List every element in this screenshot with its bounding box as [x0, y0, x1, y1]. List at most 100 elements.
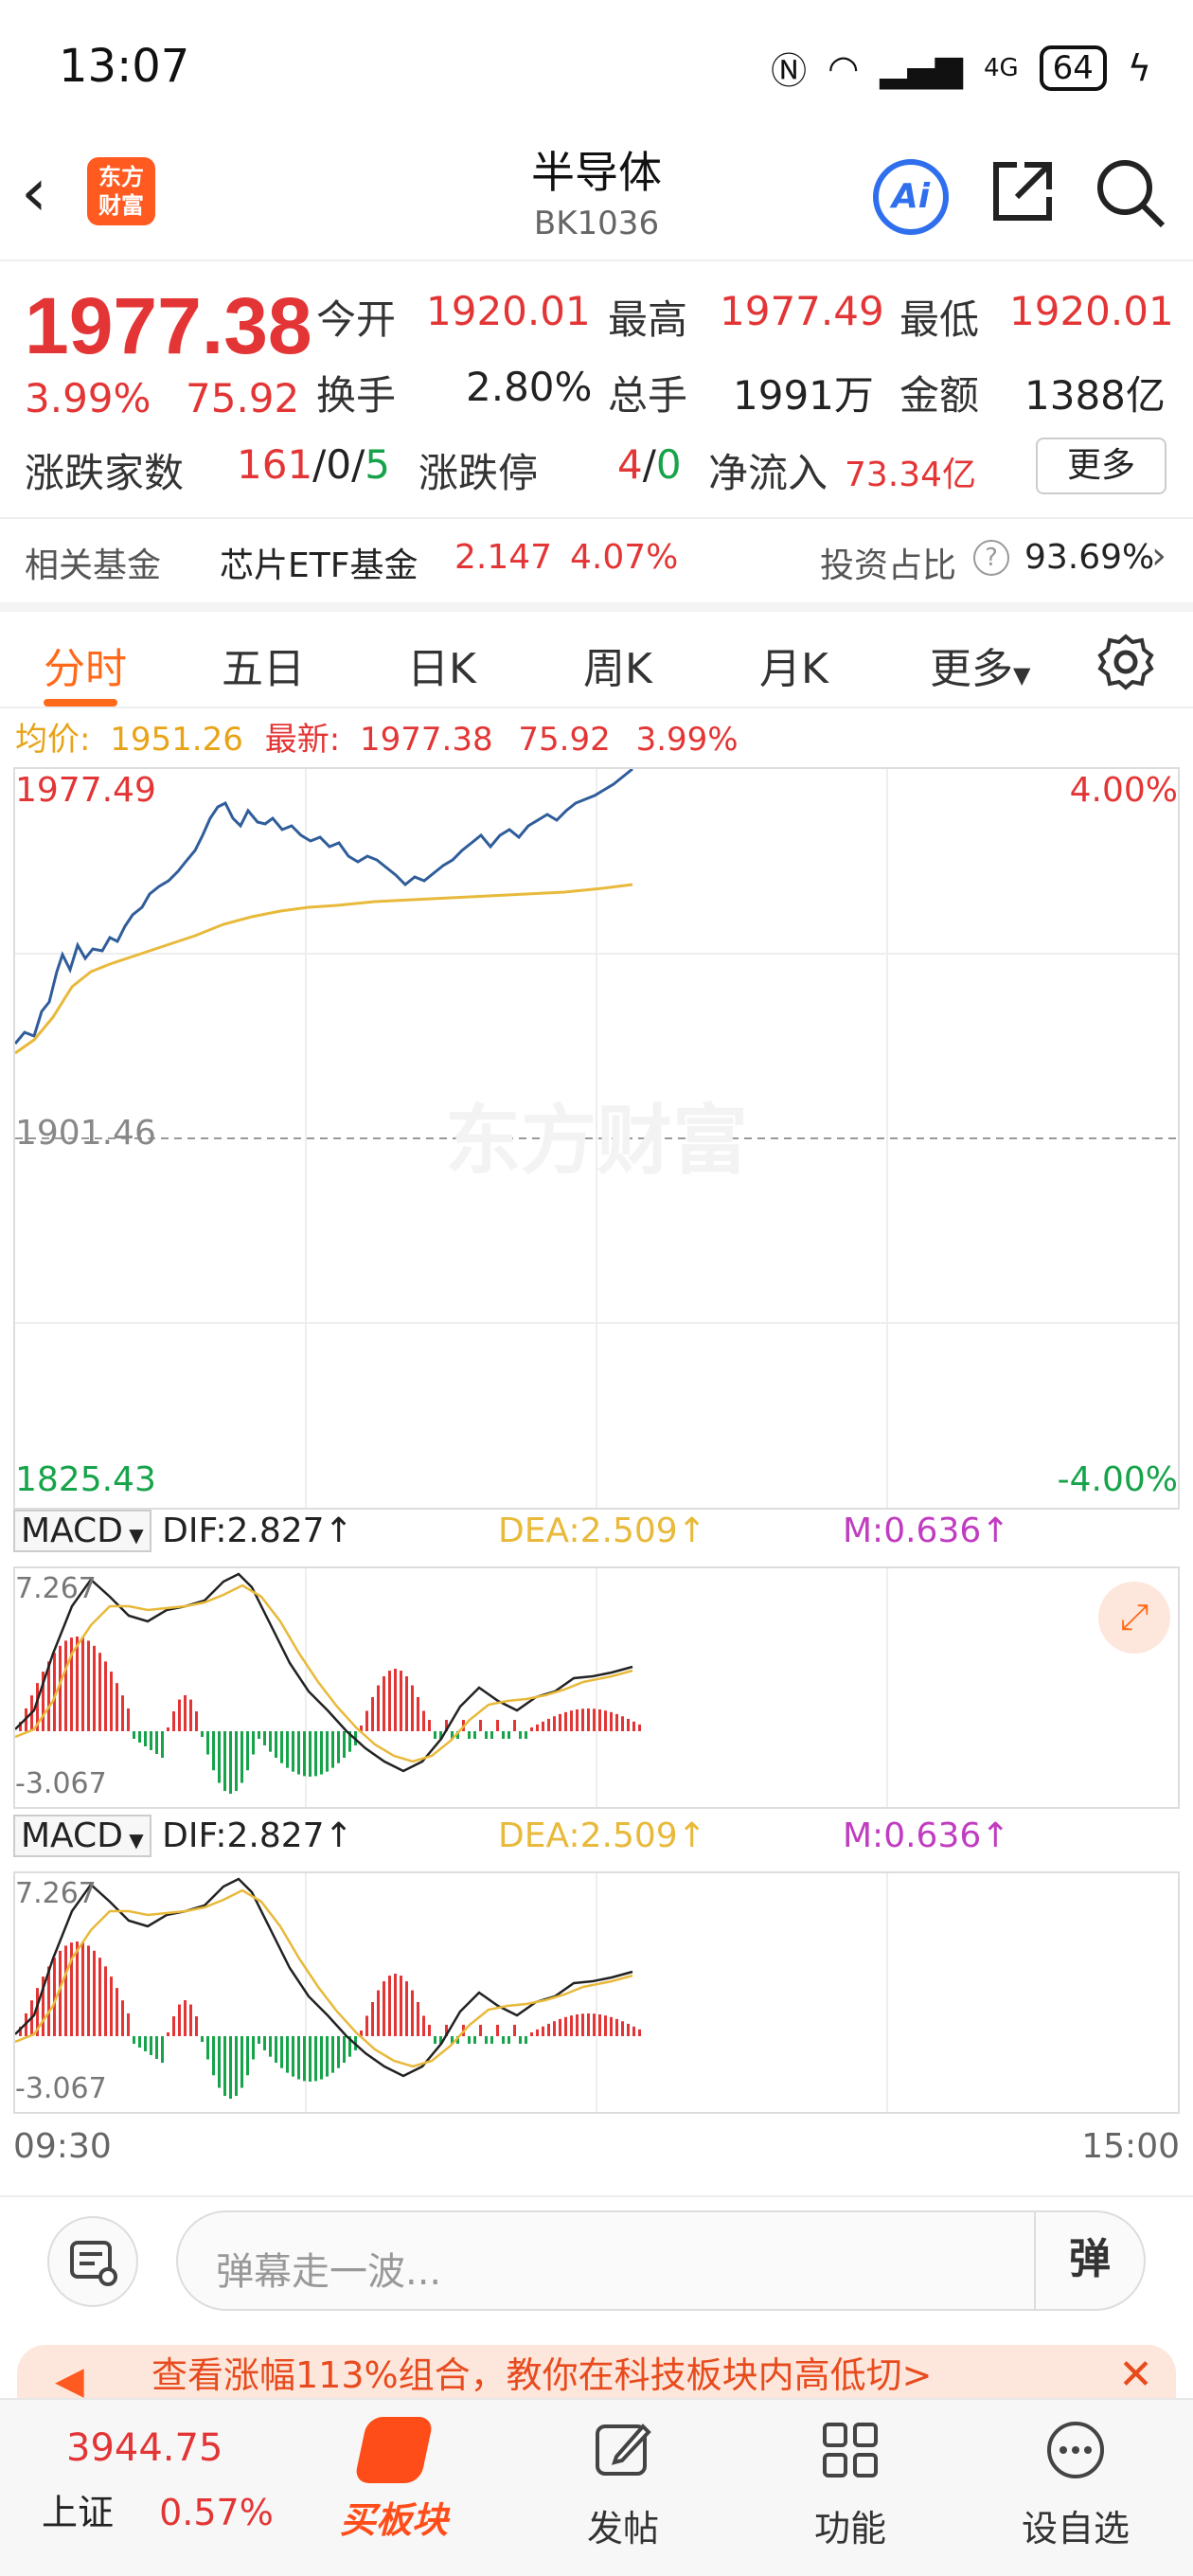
- tab-more[interactable]: 更多▼: [930, 635, 1030, 695]
- macd1-chart[interactable]: 7.267 -3.067 ⤢: [13, 1566, 1180, 1809]
- macd2-chart[interactable]: 7.267 -3.067: [13, 1871, 1180, 2114]
- nav-functions[interactable]: 功能: [756, 2417, 945, 2551]
- macd-bar: [252, 2036, 255, 2060]
- advance-count: 161: [237, 441, 313, 488]
- volume-label: 总手: [608, 372, 688, 419]
- macd-bar: [110, 1977, 113, 2036]
- chevron-right-icon[interactable]: ›: [1151, 534, 1166, 578]
- macd-bar: [189, 1699, 192, 1731]
- latest-pct: 3.99%: [635, 721, 739, 759]
- tab-5day[interactable]: 五日: [222, 635, 305, 695]
- network-label: 4G: [983, 53, 1019, 82]
- nav-post[interactable]: 发帖: [528, 2417, 718, 2551]
- share-icon[interactable]: [988, 157, 1057, 225]
- tab-intraday[interactable]: 分时: [44, 635, 127, 695]
- promo-banner[interactable]: ◀ 查看涨幅113%组合，教你在科技板块内高低切> ✕: [17, 2345, 1176, 2406]
- nav-buy-sector[interactable]: 买板块: [299, 2417, 489, 2543]
- danmu-placeholder: 弹幕走一波...: [216, 2250, 442, 2294]
- macd2-m-text: M:0.636: [843, 1816, 982, 1855]
- macd-bar: [240, 1731, 243, 1783]
- limit-values: 4/0: [617, 441, 682, 488]
- macd-bar: [417, 1697, 419, 1731]
- intraday-chart-svg: 东方财富: [15, 769, 1178, 1508]
- bottom-nav: 3944.75 上证 0.57% 买板块 发帖 功能 设自选: [0, 2398, 1193, 2576]
- tab-underline: [44, 699, 117, 707]
- macd-bar: [502, 2036, 505, 2044]
- macd-bar: [235, 2036, 238, 2097]
- index-ticker[interactable]: 3944.75 上证 0.57%: [42, 2426, 274, 2535]
- macd-bar: [303, 2036, 306, 2082]
- danmu-send-button[interactable]: 弹: [1034, 2212, 1144, 2309]
- macd-bar: [496, 2025, 499, 2036]
- macd-bar: [422, 1710, 425, 1731]
- index-name: 上证: [42, 2492, 115, 2533]
- fund-price: 2.147: [454, 538, 553, 577]
- macd2-top-value: 7.267: [15, 1877, 97, 1910]
- help-icon[interactable]: ?: [973, 540, 1009, 576]
- macd1-selector-label: MACD: [21, 1512, 123, 1550]
- macd-bar: [570, 2015, 573, 2036]
- macd-bar: [258, 2036, 260, 2044]
- macd2-m: M:0.636↑: [843, 1816, 1010, 1855]
- macd-bar: [87, 1945, 90, 2036]
- macd-bar: [587, 2013, 590, 2036]
- fund-pct: 4.07%: [570, 538, 679, 577]
- signal-icon: ▂▄▆: [880, 46, 963, 89]
- watermark: 东方财富: [445, 1097, 748, 1185]
- macd-bar: [184, 2000, 187, 2036]
- macd-bar: [400, 1671, 402, 1731]
- macd-bar: [479, 2025, 482, 2036]
- macd-bar: [161, 2036, 164, 2063]
- macd-bar: [536, 2029, 539, 2036]
- close-icon[interactable]: ✕: [1118, 2345, 1153, 2406]
- search-icon[interactable]: [1093, 155, 1168, 231]
- macd2-dea: DEA:2.509↑: [498, 1816, 706, 1855]
- danmu-settings-button[interactable]: [47, 2216, 138, 2307]
- macd-bar: [536, 1724, 539, 1731]
- flat-count: 0: [326, 441, 352, 488]
- gear-icon[interactable]: [1096, 633, 1155, 691]
- tab-weekly-k[interactable]: 周K: [583, 635, 652, 695]
- macd-bar: [632, 1721, 635, 1731]
- macd-bar: [138, 1731, 141, 1743]
- related-fund-row[interactable]: 相关基金 芯片ETF基金 2.147 4.07% 投资占比 ? 93.69% ›: [0, 517, 1193, 597]
- macd2-selector[interactable]: MACD ▼: [13, 1815, 151, 1857]
- low-value: 1920.01: [1009, 288, 1174, 334]
- ai-button[interactable]: Ai: [873, 159, 949, 235]
- macd-bar: [604, 2015, 607, 2036]
- fund-name[interactable]: 芯片ETF基金: [220, 538, 418, 587]
- intraday-chart[interactable]: 东方财富 1977.49 4.00% 1901.46 1825.43 -4.00…: [13, 767, 1180, 1510]
- macd1-m: M:0.636↑: [843, 1512, 1010, 1550]
- macd-bar: [490, 2036, 493, 2044]
- macd-bar: [201, 2036, 204, 2042]
- tab-monthly-k[interactable]: 月K: [759, 635, 828, 695]
- macd-bar: [496, 1720, 499, 1731]
- macd-bar: [229, 2036, 232, 2099]
- macd-bar: [155, 2036, 158, 2059]
- macd-bar: [632, 2026, 635, 2036]
- macd-bar: [485, 2036, 488, 2044]
- tab-daily-k[interactable]: 日K: [407, 635, 476, 695]
- macd1-selector[interactable]: MACD ▼: [13, 1510, 151, 1552]
- macd-bar: [638, 2029, 641, 2036]
- macd-bar: [320, 1731, 323, 1775]
- expand-icon[interactable]: ⤢: [1098, 1582, 1170, 1654]
- macd-bar: [553, 2021, 556, 2036]
- macd-bar: [559, 2018, 561, 2036]
- macd-bar: [133, 1731, 135, 1739]
- macd-bar: [104, 1661, 107, 1731]
- macd-bar: [530, 2032, 533, 2036]
- macd-bar: [98, 1958, 101, 2036]
- macd-bar: [167, 1727, 169, 1731]
- macd-bar: [559, 1713, 561, 1731]
- macd1-dea-text: DEA:2.509: [498, 1512, 678, 1550]
- limit-down-count: 0: [655, 441, 682, 488]
- macd-bar: [394, 1669, 397, 1731]
- ratio-label: 投资占比: [820, 546, 957, 585]
- macd-bar: [513, 1720, 516, 1731]
- nav-add-watchlist[interactable]: 设自选: [981, 2417, 1170, 2551]
- more-button[interactable]: 更多: [1036, 438, 1166, 494]
- macd-bar: [303, 1731, 306, 1777]
- danmu-input[interactable]: 弹幕走一波... 弹: [176, 2210, 1146, 2311]
- fund-label: 相关基金: [25, 546, 162, 585]
